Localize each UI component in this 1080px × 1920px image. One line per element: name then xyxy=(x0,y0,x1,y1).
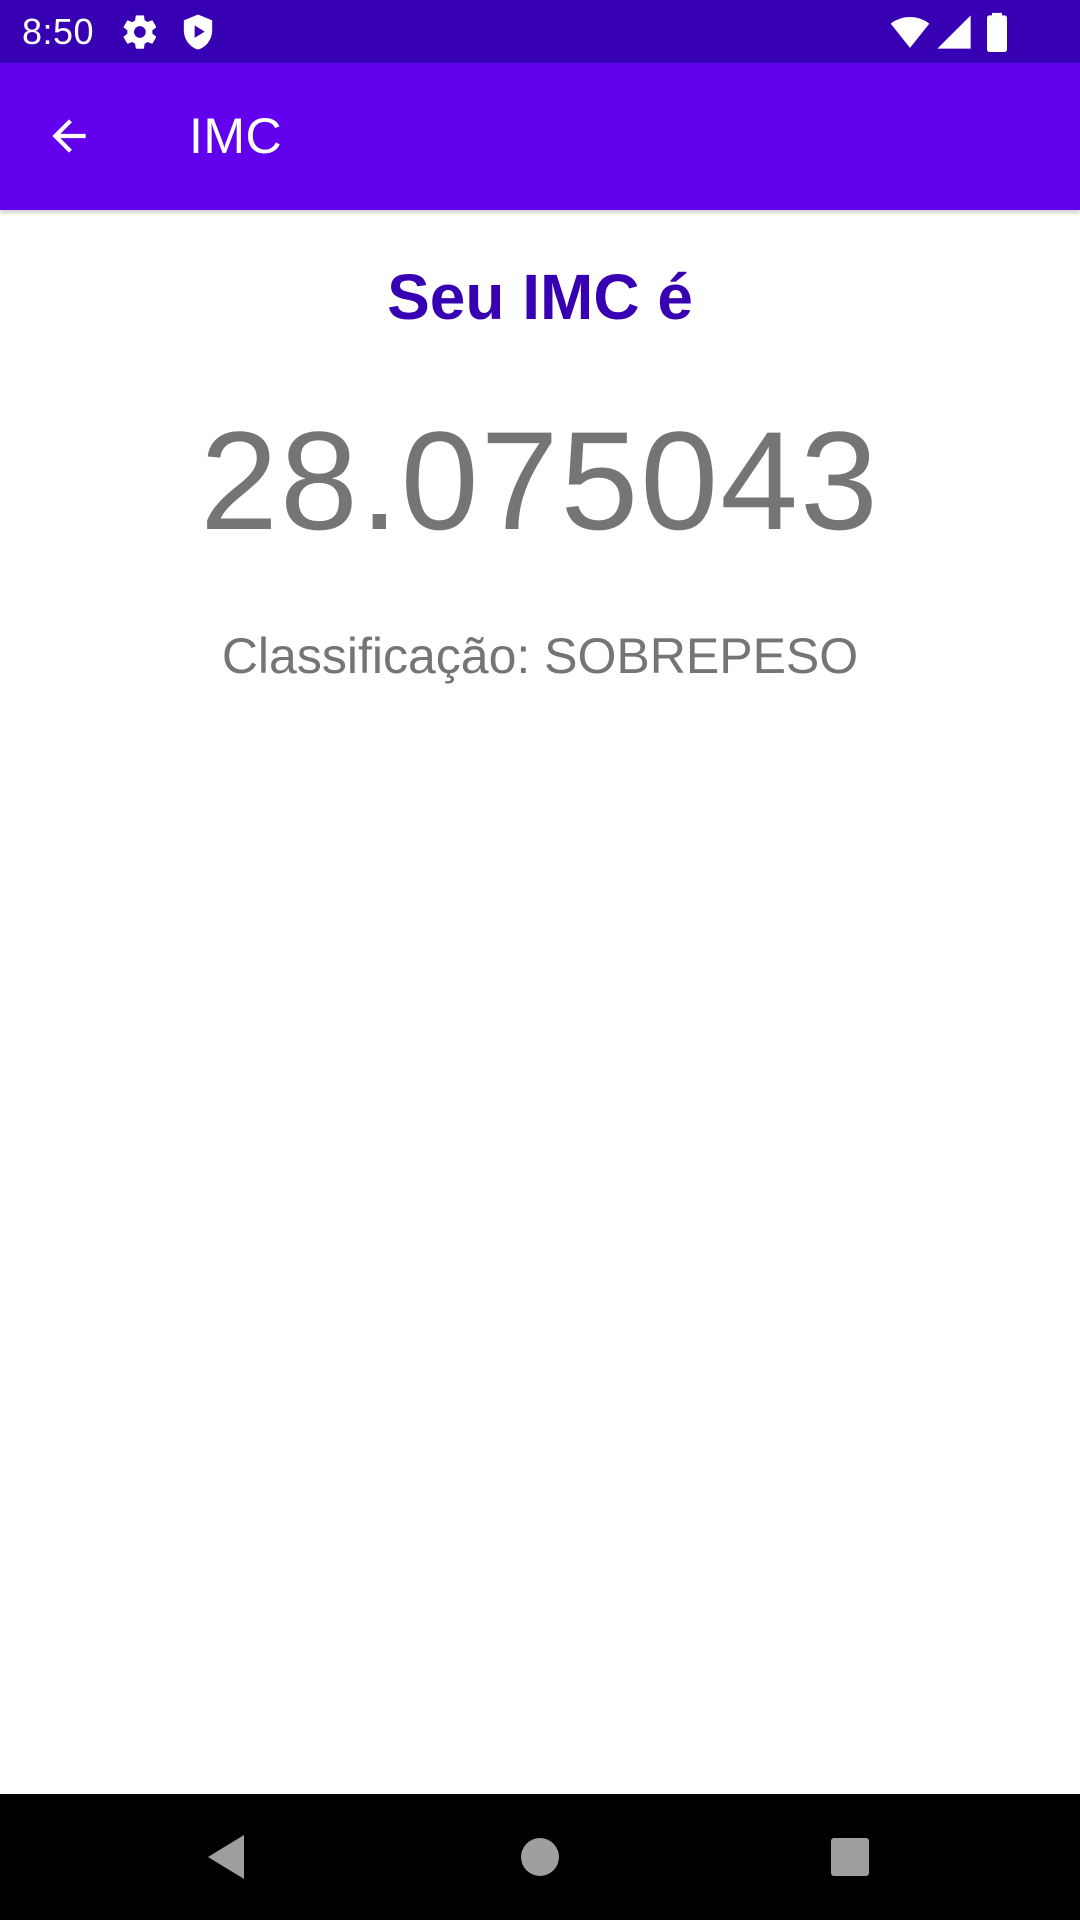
classification-text: Classificação: SOBREPESO xyxy=(221,628,859,684)
nav-home-button[interactable] xyxy=(510,1827,570,1887)
wifi-icon xyxy=(888,12,932,52)
back-triangle-icon xyxy=(208,1835,244,1879)
gear-icon xyxy=(120,12,160,52)
navigation-bar xyxy=(0,1794,1080,1920)
nav-back-button[interactable] xyxy=(196,1827,256,1887)
result-content: Seu IMC é 28.075043 Classificação: SOBRE… xyxy=(0,210,1080,1794)
cellular-signal-icon xyxy=(934,12,974,52)
app-bar: IMC xyxy=(0,63,1080,210)
result-heading: Seu IMC é xyxy=(387,261,693,333)
nav-recents-button[interactable] xyxy=(820,1827,880,1887)
status-bar: 8:50 xyxy=(0,0,1080,63)
app-title: IMC xyxy=(189,108,283,164)
back-button[interactable] xyxy=(36,103,102,169)
recents-square-icon xyxy=(831,1838,869,1876)
battery-icon xyxy=(980,12,1014,52)
imc-value: 28.075043 xyxy=(200,402,880,559)
shield-play-icon xyxy=(178,12,218,52)
home-circle-icon xyxy=(521,1838,559,1876)
status-time: 8:50 xyxy=(22,11,95,52)
arrow-back-icon xyxy=(52,119,86,153)
